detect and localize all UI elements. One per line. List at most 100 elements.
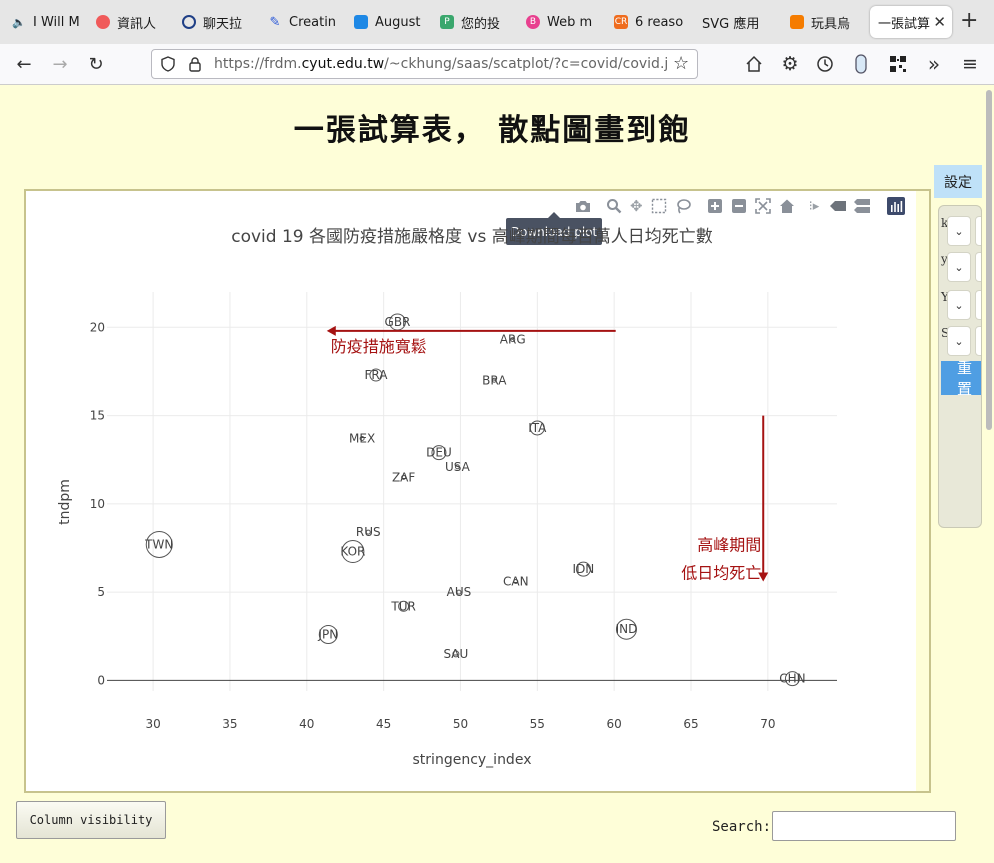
- extension-icon[interactable]: [854, 54, 868, 74]
- browser-tab[interactable]: August: [348, 6, 428, 38]
- point-label: ARG: [500, 333, 526, 347]
- b-icon: B: [526, 15, 540, 29]
- annotation-text: 防疫措施寬鬆: [331, 337, 427, 356]
- browser-tab[interactable]: 聊天拉: [176, 6, 258, 38]
- point-label: ZAF: [392, 470, 415, 484]
- url-text: https://frdm.cyut.edu.tw/~ckhung/saas/sc…: [214, 56, 669, 72]
- url-bar[interactable]: https://frdm.cyut.edu.tw/~ckhung/saas/sc…: [151, 49, 698, 79]
- page-title: 一張試算表， 散點圖畫到飽: [293, 113, 691, 148]
- history-clock-icon[interactable]: [816, 55, 834, 73]
- y-axis-label: tndpm: [57, 479, 73, 525]
- chevron-down-icon: ⌄: [954, 298, 964, 312]
- tab-label: 6 reaso: [635, 14, 684, 30]
- x-tick-label: 45: [376, 717, 391, 731]
- tab-label: Web m: [547, 14, 593, 30]
- home-icon[interactable]: [745, 55, 763, 73]
- x-tick-label: 60: [607, 717, 622, 731]
- setting-select-k[interactable]: ⌄: [947, 216, 971, 246]
- x-tick-label: 55: [530, 717, 545, 731]
- reload-icon[interactable]: ↻: [84, 52, 108, 76]
- tab-label: I Will M: [33, 14, 80, 30]
- back-arrow-icon[interactable]: ←: [12, 52, 36, 76]
- browser-tab[interactable]: B Web m: [520, 6, 602, 38]
- x-axis-label: stringency_index: [413, 752, 532, 768]
- p-icon: P: [440, 15, 454, 29]
- settings-tab[interactable]: 設定: [934, 165, 982, 198]
- browser-tab[interactable]: ✎ Creatin: [262, 6, 342, 38]
- scatter-chart[interactable]: 30 35 40 45 50 55 60 65 70 0 5 10 15 20 GBR ARG FRA BRA I…: [26, 191, 918, 791]
- chevron-down-icon: ⌄: [954, 334, 964, 348]
- speaker-icon: 🔈: [12, 15, 26, 29]
- browser-tab[interactable]: SVG 應用: [696, 6, 780, 38]
- calendar-icon: [354, 15, 368, 29]
- setting-select-k2[interactable]: [975, 216, 981, 246]
- tab-label: Creatin: [289, 14, 337, 30]
- chat-icon: [182, 15, 196, 29]
- setting-select-Y[interactable]: ⌄: [947, 290, 971, 320]
- tab-label: 玩具烏: [811, 16, 851, 32]
- point-label: RUS: [356, 525, 381, 539]
- bookmark-star-icon[interactable]: ☆: [673, 53, 689, 74]
- column-visibility-button[interactable]: Column visibility: [16, 801, 166, 839]
- browser-tab-active[interactable]: 一張試算 ✕: [870, 6, 952, 38]
- tab-label: SVG 應用: [702, 16, 760, 32]
- point-label: JPN: [317, 628, 338, 642]
- qr-code-icon[interactable]: [889, 55, 907, 73]
- blogger-icon: [790, 15, 804, 29]
- y-tick-label: 0: [97, 673, 105, 687]
- y-tick-label: 15: [90, 409, 105, 423]
- x-tick-label: 70: [760, 717, 775, 731]
- point-label: BRA: [482, 373, 507, 387]
- plot-title: covid 19 各國防疫措施嚴格度 vs 高峰期間每百萬人日均死亡數: [231, 227, 713, 247]
- chevron-down-icon: ⌄: [954, 224, 964, 238]
- browser-tab[interactable]: CR 6 reaso: [608, 6, 690, 38]
- close-icon[interactable]: ✕: [933, 13, 946, 31]
- new-tab-icon[interactable]: +: [960, 10, 978, 32]
- x-tick-label: 50: [453, 717, 468, 731]
- tab-label: 聊天拉: [203, 16, 243, 32]
- tab-label: 資訊人: [117, 16, 157, 32]
- cr-icon: CR: [614, 15, 628, 29]
- annotation-text: 高峰期間: [697, 536, 761, 555]
- hamburger-menu-icon[interactable]: ≡: [958, 52, 982, 76]
- settings-panel: k ⌄ y ⌄ Y ⌄ S ⌄ 重置: [938, 205, 982, 528]
- forward-arrow-icon[interactable]: →: [48, 52, 72, 76]
- lock-icon: [189, 57, 201, 72]
- x-tick-label: 30: [145, 717, 160, 731]
- point-label: GBR: [385, 315, 411, 329]
- plot-container: ✥ ⁝▸ Download plot 30 35 40 45 50 55 60 …: [24, 189, 931, 793]
- point-label: AUS: [447, 585, 472, 599]
- y-tick-label: 20: [90, 320, 105, 334]
- setting-select-y2[interactable]: [975, 252, 981, 282]
- page-scrollbar-thumb[interactable]: [986, 90, 992, 430]
- point-label: ITA: [528, 421, 547, 435]
- x-tick-label: 35: [222, 717, 237, 731]
- overflow-chevron-icon[interactable]: »: [922, 52, 946, 76]
- point-label: IND: [616, 622, 638, 636]
- x-tick-label: 40: [299, 717, 314, 731]
- point-label: KOR: [340, 545, 365, 559]
- gear-icon[interactable]: ⚙: [778, 52, 802, 76]
- browser-tab[interactable]: 資訊人: [90, 6, 172, 38]
- annotation-text: 低日均死亡: [681, 564, 761, 583]
- browser-nav-bar: ← → ↻ https://frdm.cyut.edu.tw/~ckhung/s…: [0, 44, 994, 85]
- point-label: FRA: [364, 368, 388, 382]
- setting-select-y[interactable]: ⌄: [947, 252, 971, 282]
- point-label: TUR: [390, 599, 415, 613]
- search-label: Search:: [712, 819, 772, 835]
- setting-select-S[interactable]: ⌄: [947, 326, 971, 356]
- tab-label: August: [375, 14, 421, 30]
- search-input[interactable]: [772, 811, 956, 841]
- browser-tab-bar: 🔈 I Will M 資訊人 聊天拉 ✎ Creatin August P 您的…: [0, 0, 994, 44]
- browser-tab[interactable]: P 您的投: [434, 6, 514, 38]
- browser-tab[interactable]: 玩具烏: [784, 6, 866, 38]
- y-tick-label: 10: [90, 497, 105, 511]
- point-label: DEU: [426, 446, 452, 460]
- setting-select-S2[interactable]: [975, 326, 981, 356]
- point-label: SAU: [443, 647, 468, 661]
- point-label: CHN: [779, 672, 805, 686]
- browser-tab[interactable]: 🔈 I Will M: [6, 6, 84, 38]
- point-label: TWN: [144, 537, 173, 551]
- reset-button[interactable]: 重置: [941, 361, 981, 395]
- setting-select-Y2[interactable]: [975, 290, 981, 320]
